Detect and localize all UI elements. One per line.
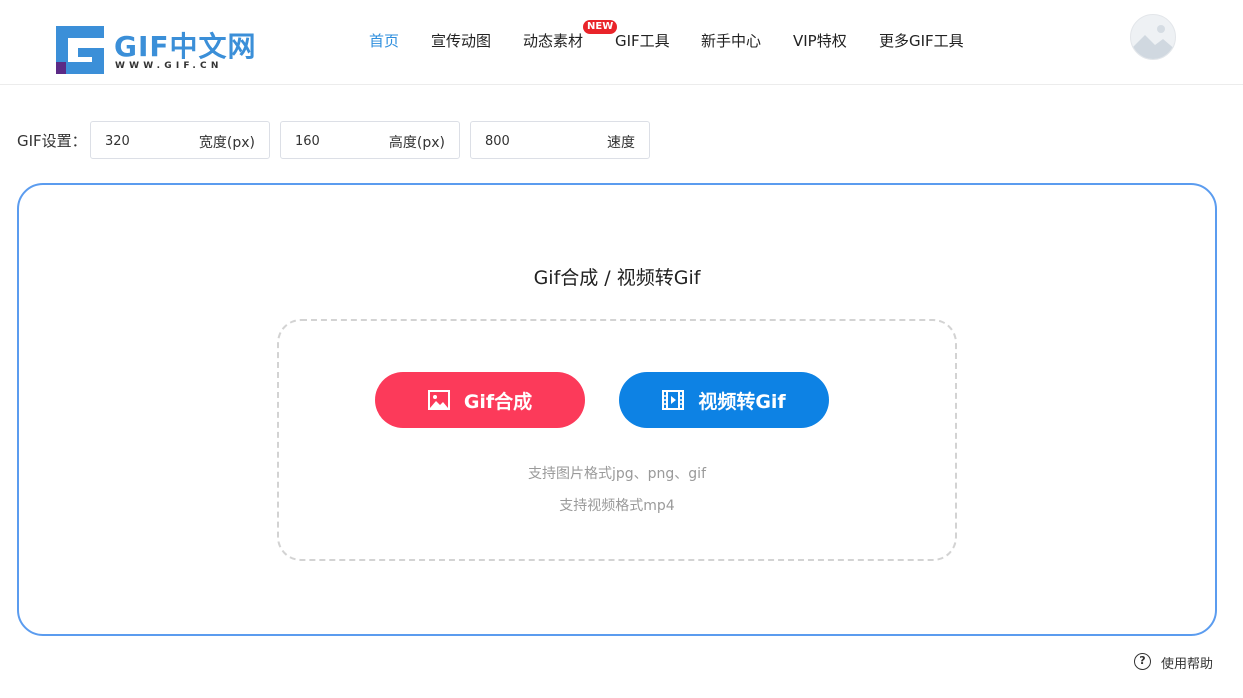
height-input[interactable] (295, 131, 385, 151)
logo-subtext: WWW.GIF.CN (115, 61, 223, 71)
speed-unit-label: 速度 (607, 135, 635, 151)
nav-item-more-gif-tools[interactable]: 更多GIF工具 (879, 30, 964, 51)
help-question-icon: ? (1134, 653, 1151, 670)
width-unit-label: 宽度(px) (198, 135, 255, 151)
gif-settings-label: GIF设置： (17, 132, 87, 150)
avatar-placeholder-icon (1131, 15, 1175, 59)
nav-item-home[interactable]: 首页 (369, 30, 399, 51)
speed-input[interactable] (485, 131, 575, 151)
height-field: 高度(px) (280, 121, 460, 159)
nav-item-vip[interactable]: VIP特权 (793, 30, 847, 51)
site-logo[interactable]: GIF中文网 WWW.GIF.CN (56, 26, 256, 74)
width-field: 宽度(px) (90, 121, 270, 159)
width-input[interactable] (105, 131, 195, 151)
new-badge: NEW (583, 20, 618, 34)
image-icon (427, 390, 450, 410)
speed-field: 速度 (470, 121, 650, 159)
gif-compose-button[interactable]: Gif合成 (375, 372, 585, 428)
site-header: GIF中文网 WWW.GIF.CN 首页 宣传动图 动态素材 GIF工具 新手中… (0, 0, 1243, 85)
nav-item-animated-materials[interactable]: 动态素材 (523, 30, 583, 51)
video-to-gif-label: 视频转Gif (698, 390, 786, 413)
nav-item-promo-gifs[interactable]: 宣传动图 (431, 30, 491, 51)
user-avatar[interactable] (1130, 14, 1176, 60)
video-format-note: 支持视频格式mp4 (559, 498, 675, 514)
help-label: 使用帮助 (1161, 657, 1214, 672)
video-to-gif-button[interactable]: 视频转Gif (619, 372, 829, 428)
drop-zone[interactable]: Gif合成 视频转Gif 支持图片格式jpg、png、gif 支持视频格式mp4 (277, 319, 957, 561)
logo-g-icon (56, 26, 104, 74)
nav-item-beginner-center[interactable]: 新手中心 (701, 30, 761, 51)
height-unit-label: 高度(px) (388, 135, 445, 151)
upload-panel: Gif合成 / 视频转Gif Gif合成 视频转Gif 支持图片格式jpg、pn… (17, 183, 1217, 636)
nav-item-gif-tools[interactable]: GIF工具 (615, 30, 670, 51)
upload-title: Gif合成 / 视频转Gif (533, 267, 701, 289)
logo-text: GIF中文网 (114, 30, 257, 63)
gif-compose-label: Gif合成 (463, 390, 533, 413)
image-format-note: 支持图片格式jpg、png、gif (527, 466, 706, 482)
video-film-icon (662, 390, 685, 410)
